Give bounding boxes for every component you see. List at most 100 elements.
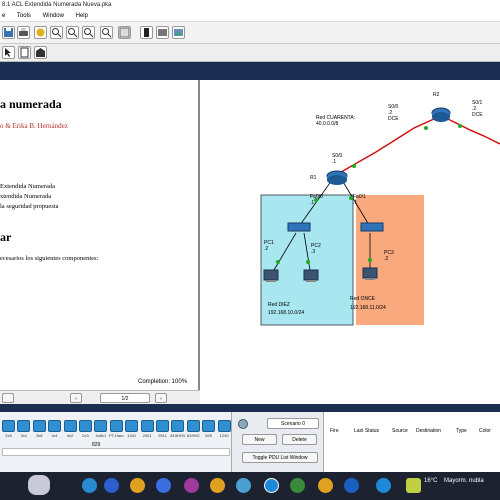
zoom-out-icon[interactable] [82, 26, 95, 39]
red-cuarenta-label: Red CUARENTA: 40.0.0.0/8 [316, 115, 356, 127]
search-icon[interactable] [104, 478, 119, 493]
router-r1-icon [326, 170, 348, 185]
main-toolbar [0, 22, 500, 44]
link-light [368, 258, 372, 262]
pdu-column-header: Type [456, 428, 467, 434]
palette-icon[interactable] [118, 26, 131, 39]
scenario-panel: Scenario 0 New Delete Toggle PDU List Wi… [232, 412, 324, 472]
router-r2-icon [431, 107, 451, 122]
device-icon[interactable] [140, 26, 153, 39]
secondary-toolbar [0, 44, 500, 62]
device-model-icon[interactable] [48, 420, 62, 432]
device-scrollbar[interactable] [2, 448, 230, 456]
device-model-label: 4x2 [66, 433, 74, 438]
device-model-icon[interactable] [94, 420, 108, 432]
chrome-icon[interactable] [210, 478, 225, 493]
r1-label: R1 [310, 175, 317, 181]
weather-temperature: 16°C [424, 478, 438, 484]
device-model-label: PT-Ham [108, 433, 124, 438]
doc-paragraph: ecesarios los siguientes componentes: [0, 255, 99, 262]
instructions-pane: a numerada o & Erika B. Hernández Extend… [0, 80, 200, 390]
window-title-bar: 8.1 ACL Extendida Numerada Nueva.pka [0, 0, 500, 11]
note-icon[interactable] [18, 46, 31, 59]
custom-device-icon[interactable] [156, 26, 169, 39]
pc1-label: PC1 .2 [264, 240, 274, 252]
print-icon[interactable] [17, 26, 30, 39]
pdu-list-table: Fire Last Status Source Destination Type… [324, 412, 500, 472]
packet-tracer-icon[interactable] [264, 478, 279, 493]
mail-icon[interactable] [34, 46, 47, 59]
cat-wallpaper-icon [28, 475, 50, 495]
image-icon[interactable] [172, 26, 185, 39]
r2-left-port-label: S0/0 .2 DCE [388, 104, 399, 122]
device-model-label: 2911 [158, 433, 167, 438]
app-icon[interactable] [236, 478, 251, 493]
next-page-button[interactable]: › [155, 393, 167, 403]
pdu-column-header: Last Status [354, 428, 380, 434]
wizard-icon[interactable] [34, 26, 47, 39]
app-icon[interactable] [184, 478, 199, 493]
pdu-column-header: Source [392, 428, 408, 434]
device-model-label: 3x1 [20, 433, 28, 438]
menu-item-tools[interactable]: Tools [17, 13, 31, 19]
pdu-column-header: Fire [330, 428, 339, 434]
device-type-panel: 2x5 3x1 3x8 4x1 4x2 2x3 4x8x1 PT-Ham 1941 2901 291… [0, 412, 232, 472]
device-model-label: 4x1 [51, 433, 58, 438]
zoom-reset-icon[interactable] [66, 26, 79, 39]
device-model-icon[interactable] [217, 420, 231, 432]
red-diez-network: 192.168.10.0/24 [268, 310, 305, 316]
device-model-label: 2x3 [82, 433, 89, 438]
select-icon[interactable] [2, 46, 15, 59]
device-model-label: 3x8 [36, 433, 43, 438]
device-model-icon[interactable] [109, 420, 123, 432]
device-model-icon[interactable] [125, 420, 139, 432]
link-light [458, 124, 462, 128]
menu-item-window[interactable]: Window [43, 13, 64, 19]
pc2-icon [303, 269, 319, 282]
device-model-icon[interactable] [202, 420, 216, 432]
link-light [306, 260, 310, 264]
chrome-icon[interactable] [318, 478, 333, 493]
app-icon[interactable] [376, 478, 391, 493]
link-light [424, 126, 428, 130]
windows-start-icon[interactable] [82, 478, 97, 493]
toggle-pdu-list-button[interactable]: Toggle PDU List Window [242, 452, 318, 463]
workspace-header-bar [0, 62, 500, 80]
red-once-network: 192.168.11.0/24 [350, 305, 386, 311]
word-icon[interactable] [344, 478, 359, 493]
device-model-icon[interactable] [171, 420, 185, 432]
first-page-button[interactable] [2, 393, 14, 403]
device-model-icon[interactable] [17, 420, 31, 432]
chrome-icon[interactable] [130, 478, 145, 493]
red-diez-title: Red DIEZ [268, 302, 290, 308]
topology-workspace: Red CUARENTA: 40.0.0.0/8 R2 S0/0 .2 DCE … [204, 80, 500, 390]
device-model-label: 829 [205, 433, 213, 438]
app-icon[interactable] [290, 478, 305, 493]
device-model-label: 1941 [127, 433, 137, 438]
delete-scenario-button[interactable]: Delete [282, 434, 317, 445]
menu-item-help[interactable]: Help [76, 13, 88, 19]
scenario-select[interactable]: Scenario 0 [267, 418, 319, 429]
weather-description: Mayorm. nubla [444, 478, 484, 484]
window-title: 8.1 ACL Extendida Numerada Nueva.pka [2, 2, 112, 8]
menu-item-edit[interactable]: e [2, 13, 5, 19]
r2-label: R2 [433, 92, 440, 98]
device-model-icon[interactable] [156, 420, 169, 432]
menu-bar: e Tools Window Help [0, 11, 500, 22]
device-model-icon[interactable] [79, 420, 92, 432]
save-icon[interactable] [2, 26, 15, 39]
new-scenario-button[interactable]: New [242, 434, 277, 445]
page-indicator[interactable]: 1/2 [100, 393, 150, 403]
zoom-in-icon[interactable] [50, 26, 63, 39]
device-model-icon[interactable] [140, 420, 154, 432]
pc3-icon [362, 267, 378, 280]
edge-icon[interactable] [156, 478, 171, 493]
zoom-icon[interactable] [100, 26, 113, 39]
serial-link-r2-r3 [445, 117, 500, 145]
link-light [276, 260, 280, 264]
device-model-icon[interactable] [2, 420, 15, 432]
prev-page-button[interactable]: ‹ [70, 393, 82, 403]
device-model-icon[interactable] [32, 420, 46, 432]
device-model-icon[interactable] [63, 420, 77, 432]
device-model-icon[interactable] [186, 420, 200, 432]
